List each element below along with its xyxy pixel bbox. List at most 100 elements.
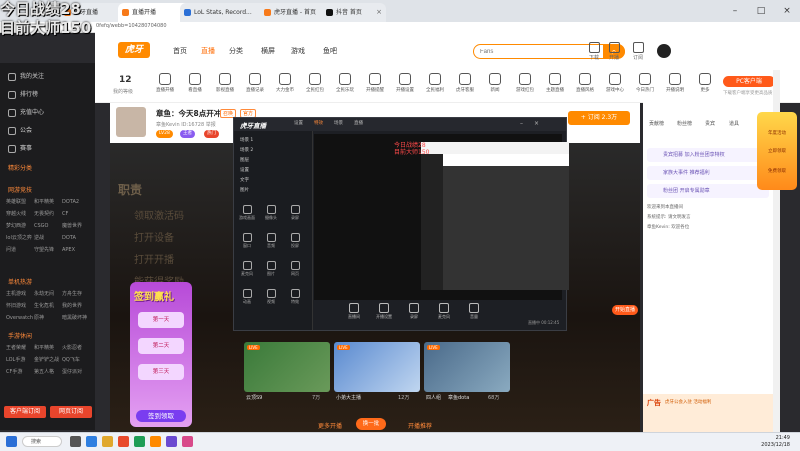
scene-item[interactable]: 场景 1 (240, 137, 253, 143)
subscribe-icon[interactable]: 订阅 (631, 42, 645, 61)
close-window-icon[interactable]: × (774, 0, 800, 22)
thumbnail-caption[interactable]: 云顶S9 (246, 394, 262, 401)
minimize-icon[interactable]: – (722, 0, 748, 22)
nav-games[interactable]: 游戏 (291, 46, 305, 56)
toolbar-icon[interactable]: 看直播 (183, 73, 207, 93)
toolbar-icon[interactable]: 全民红包 (303, 73, 327, 93)
obs-source-button[interactable]: 麦克风 (238, 261, 256, 277)
category-link[interactable]: 金铲铲之战 (34, 355, 62, 365)
category-link[interactable]: 守望先锋 (34, 245, 62, 255)
sidebar-item-guild[interactable]: 公会 (8, 125, 32, 135)
tab-vip[interactable]: 贵宾 (705, 120, 715, 127)
thumbnail-caption[interactable]: 小弟大主播 (336, 394, 361, 401)
category-link[interactable]: 逆战 (34, 233, 62, 243)
obs-source-button[interactable]: 视频 (262, 289, 280, 305)
minimize-icon[interactable]: – (520, 120, 523, 127)
category-link[interactable]: CF手游 (6, 367, 34, 377)
obs-source-button[interactable]: 窗口 (238, 233, 256, 249)
scene-item[interactable]: 图片 (240, 187, 249, 193)
sidebar-section-mobile[interactable]: 手游休闲 (8, 331, 32, 340)
streamer-avatar[interactable] (116, 107, 146, 137)
broadcast-settings-button[interactable]: 开播设置 (374, 303, 394, 320)
sidebar-item-rank[interactable]: 排行榜 (8, 89, 38, 99)
obs-source-button[interactable]: 图片 (262, 261, 280, 277)
recommend-link[interactable]: 开播推荐 (408, 421, 432, 430)
browser-tab[interactable]: 抖音 首页 × (322, 3, 386, 22)
category-link[interactable]: 问道 (6, 245, 34, 255)
microphone-button[interactable]: 麦克风 (434, 303, 454, 320)
app-icon[interactable] (86, 436, 97, 447)
taskview-icon[interactable] (70, 436, 81, 447)
sidebar-section-hot[interactable]: 精彩分类 (8, 163, 32, 172)
tab-fans[interactable]: 粉丝榜 (677, 120, 692, 127)
category-link[interactable]: 英雄联盟 (6, 197, 34, 207)
obs-tab[interactable]: 特效 (314, 120, 323, 126)
app-icon[interactable] (134, 436, 145, 447)
thumbnail[interactable]: LIVE (424, 342, 510, 392)
toolbar-icon[interactable]: 直播开播 (153, 73, 177, 93)
toolbar-icon[interactable]: 游戏红包 (513, 73, 537, 93)
download-icon[interactable]: 下载 (587, 42, 601, 61)
obs-source-button[interactable]: 录屏 (286, 205, 304, 221)
tab-contribution[interactable]: 贡献榜 (649, 120, 664, 127)
huya-icon[interactable] (150, 436, 161, 447)
category-link[interactable]: 永劫无间 (34, 289, 62, 299)
category-link[interactable]: Overwatch (6, 313, 34, 323)
obs-source-button[interactable]: 特效 (286, 289, 304, 305)
category-link[interactable]: CSGO (34, 221, 62, 231)
category-link[interactable]: 我的世界 (62, 301, 90, 311)
promo-row[interactable]: 贵宾招募 加入粉丝团享特权 (647, 148, 769, 162)
obs-source-button[interactable]: 动画 (238, 289, 256, 305)
toolbar-icon[interactable]: 全民福利 (423, 73, 447, 93)
promo-row[interactable]: 粉丝团 开启专属勋章 (647, 184, 769, 198)
toolbar-icon[interactable]: 新闻 (483, 73, 507, 93)
signin-promo[interactable]: 签到赢礼 第一天 第二天 第三天 签到领取 (130, 282, 192, 427)
toolbar-icon[interactable]: 开播说明 (663, 73, 687, 93)
close-icon[interactable]: × (534, 120, 539, 127)
category-link[interactable]: 生化危机 (34, 301, 62, 311)
sidebar-section-single[interactable]: 单机热游 (8, 277, 32, 286)
category-link[interactable]: 穿越火线 (6, 209, 34, 219)
category-link[interactable]: 主机游戏 (6, 289, 34, 299)
obs-source-button[interactable]: 音频 (262, 233, 280, 249)
thumbnail-caption[interactable]: 章鱼dota (448, 394, 469, 401)
sidebar-section-pc[interactable]: 网游竞技 (8, 185, 32, 194)
category-link[interactable]: QQ飞车 (62, 355, 90, 365)
toolbar-icon[interactable]: 虎牙客服 (453, 73, 477, 93)
category-link[interactable]: DOTA2 (62, 197, 90, 207)
site-logo[interactable]: 虎牙 (118, 42, 150, 58)
maximize-icon[interactable]: □ (748, 0, 774, 22)
toolbar-icon[interactable]: 游戏中心 (603, 73, 627, 93)
scene-item[interactable]: 文字 (240, 177, 249, 183)
category-link[interactable]: 怀旧游戏 (6, 301, 34, 311)
obs-tab[interactable]: 设置 (294, 120, 303, 126)
obs-window[interactable]: 虎牙直播 设置 特效 场景 直播 × – 场景 1 场景 2 图层 设置 文字 … (233, 117, 638, 331)
obs-source-button[interactable]: 网页 (286, 261, 304, 277)
web-subscribe-button[interactable]: 网页订阅 (50, 406, 92, 418)
category-link[interactable]: CF (62, 209, 90, 219)
obs-tab[interactable]: 直播 (354, 120, 363, 126)
close-icon[interactable]: × (376, 3, 382, 22)
toolbar-icon[interactable]: 开播提醒 (363, 73, 387, 93)
side-promo[interactable]: 年度活动 立即领取 免费领取 (757, 112, 797, 190)
toolbar-icon[interactable]: 直播记录 (243, 73, 267, 93)
taskbar-search[interactable]: 搜索 (22, 436, 62, 447)
category-link[interactable]: 和平精英 (34, 343, 62, 353)
toolbar-icon[interactable]: 直播风格 (573, 73, 597, 93)
toolbar-icon[interactable]: 影视直播 (213, 73, 237, 93)
toolbar-icon[interactable]: 全民乐玩 (333, 73, 357, 93)
sidebar-item-events[interactable]: 赛事 (8, 143, 32, 153)
tab-props[interactable]: 道具 (729, 120, 739, 127)
nav-landscape[interactable]: 横屏 (261, 46, 275, 56)
obs-tab[interactable]: 场景 (334, 120, 343, 126)
category-link[interactable]: APEX (62, 245, 90, 255)
scene-item[interactable]: 场景 2 (240, 147, 253, 153)
category-link[interactable]: 方舟生存 (62, 289, 90, 299)
nav-yuba[interactable]: 鱼吧 (323, 46, 337, 56)
category-link[interactable]: 蛋仔派对 (62, 367, 90, 377)
category-link[interactable]: 第五人格 (34, 367, 62, 377)
live-room-button[interactable]: 直播间 (344, 303, 364, 320)
sidebar-item-follow[interactable]: 我的关注 (8, 71, 44, 81)
scene-item[interactable]: 图层 (240, 157, 249, 163)
category-link[interactable]: LOL手游 (6, 355, 34, 365)
